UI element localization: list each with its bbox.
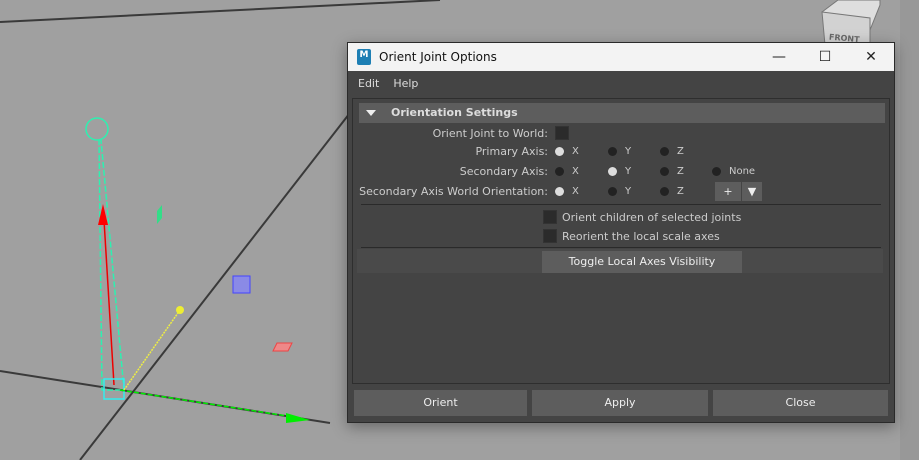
plane-handle-blue[interactable]	[232, 275, 251, 294]
orient-children-checkbox[interactable]	[543, 210, 557, 224]
plane-handle-green[interactable]	[157, 205, 162, 224]
label: Primary Axis:	[475, 145, 548, 158]
view-cube[interactable]: FRONT	[821, 0, 881, 46]
orient-button[interactable]: Orient	[354, 390, 527, 416]
toggle-local-axes-button[interactable]: Toggle Local Axes Visibility	[542, 251, 742, 273]
maya-logo-icon: M	[357, 49, 371, 65]
orient-to-world-row: Orient Joint to World:	[353, 125, 889, 143]
orientation-settings-header[interactable]: Orientation Settings	[359, 103, 885, 123]
secondary-world-row: Secondary Axis World Orientation: X Y Z …	[353, 182, 889, 201]
primary-axis-z-radio[interactable]: Z	[660, 146, 684, 157]
world-z-radio[interactable]: Z	[660, 186, 684, 197]
secondary-axis-none-radio[interactable]: None	[712, 166, 755, 177]
orient-children-row: Orient children of selected joints	[353, 209, 889, 227]
sign-dropdown[interactable]: +	[715, 182, 741, 201]
primary-axis-x-radio[interactable]: X	[555, 146, 579, 157]
orient-children-label: Orient children of selected joints	[562, 211, 742, 224]
plane-handle-red[interactable]	[272, 342, 293, 352]
divider	[361, 204, 881, 205]
primary-axis-row: Primary Axis: X Y Z	[353, 143, 889, 161]
orient-to-world-checkbox[interactable]	[555, 126, 569, 140]
world-x-radio[interactable]: X	[555, 186, 579, 197]
joint-chain[interactable]	[85, 117, 310, 423]
x-axis-arrow	[286, 413, 310, 423]
minimize-button[interactable]: —	[756, 49, 802, 65]
secondary-axis-z-radio[interactable]: Z	[660, 166, 684, 177]
menu-bar: Edit Help	[348, 71, 894, 95]
divider	[361, 247, 881, 248]
close-window-button[interactable]: ✕	[848, 49, 894, 65]
secondary-axis-x-radio[interactable]: X	[555, 166, 579, 177]
section-title: Orientation Settings	[391, 106, 518, 119]
title-bar[interactable]: M Orient Joint Options — ☐ ✕	[348, 43, 894, 71]
label: Secondary Axis World Orientation:	[359, 185, 548, 198]
collapse-triangle-icon[interactable]	[366, 110, 376, 116]
apply-button[interactable]: Apply	[532, 390, 708, 416]
label: Orient Joint to World:	[432, 127, 548, 140]
window-title: Orient Joint Options	[379, 50, 497, 64]
close-button[interactable]: Close	[713, 390, 888, 416]
menu-edit[interactable]: Edit	[358, 77, 379, 90]
reorient-scale-checkbox[interactable]	[543, 229, 557, 243]
menu-help[interactable]: Help	[393, 77, 418, 90]
primary-axis-y-radio[interactable]: Y	[608, 146, 631, 157]
secondary-axis-row: Secondary Axis: X Y Z None	[353, 163, 889, 181]
maximize-button[interactable]: ☐	[802, 49, 848, 65]
secondary-axis-y-radio[interactable]: Y	[608, 166, 631, 177]
orient-joint-options-dialog: M Orient Joint Options — ☐ ✕ Edit Help O…	[347, 42, 895, 423]
reorient-scale-label: Reorient the local scale axes	[562, 230, 720, 243]
world-y-radio[interactable]: Y	[608, 186, 631, 197]
options-panel: Orientation Settings Orient Joint to Wor…	[352, 98, 890, 384]
reorient-scale-row: Reorient the local scale axes	[353, 228, 889, 246]
grid-line	[0, 0, 441, 23]
label: Secondary Axis:	[459, 165, 548, 178]
dropdown-arrow-icon[interactable]: ▼	[742, 182, 762, 201]
